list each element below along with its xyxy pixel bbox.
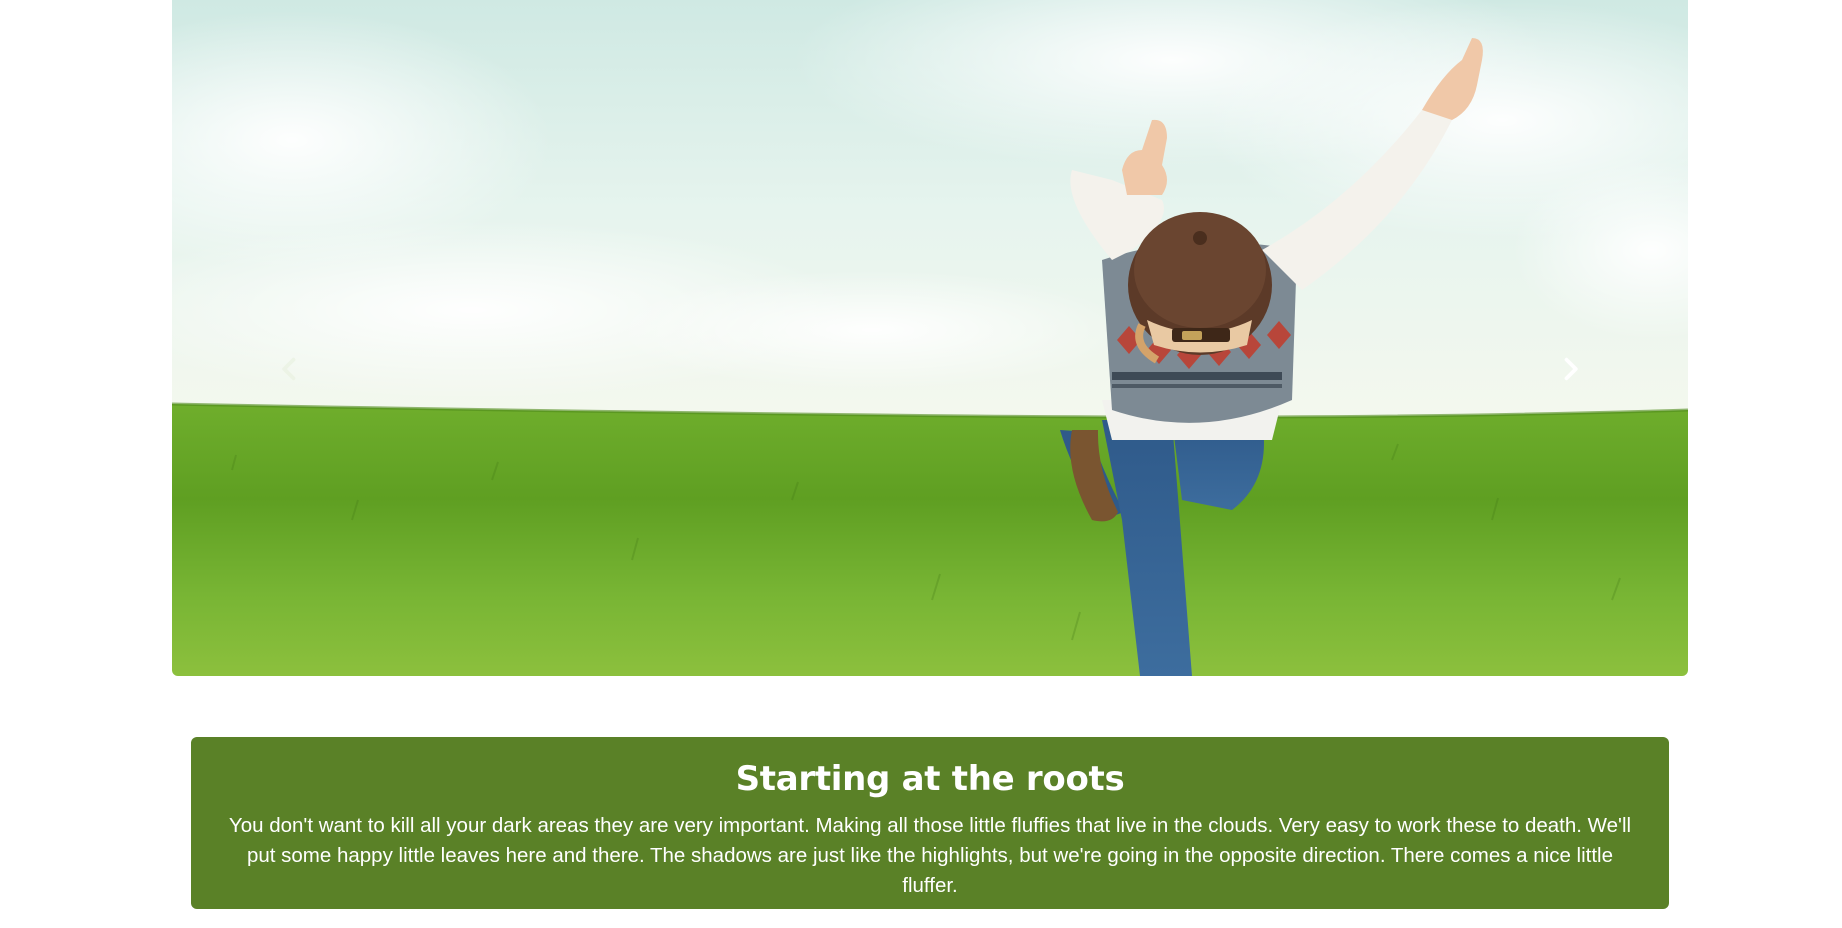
page: Starting at the roots You don't want to … [0,0,1842,928]
chevron-left-icon [276,355,304,386]
caption-title: Starting at the roots [735,759,1125,799]
carousel-next-button[interactable] [1540,340,1600,400]
carousel-prev-button[interactable] [260,340,320,400]
carousel-slide-image [172,0,1688,676]
caption-card: Starting at the roots You don't want to … [191,737,1669,909]
image-carousel[interactable] [172,0,1688,676]
caption-body: You don't want to kill all your dark are… [228,814,1632,897]
chevron-right-icon [1556,355,1584,386]
